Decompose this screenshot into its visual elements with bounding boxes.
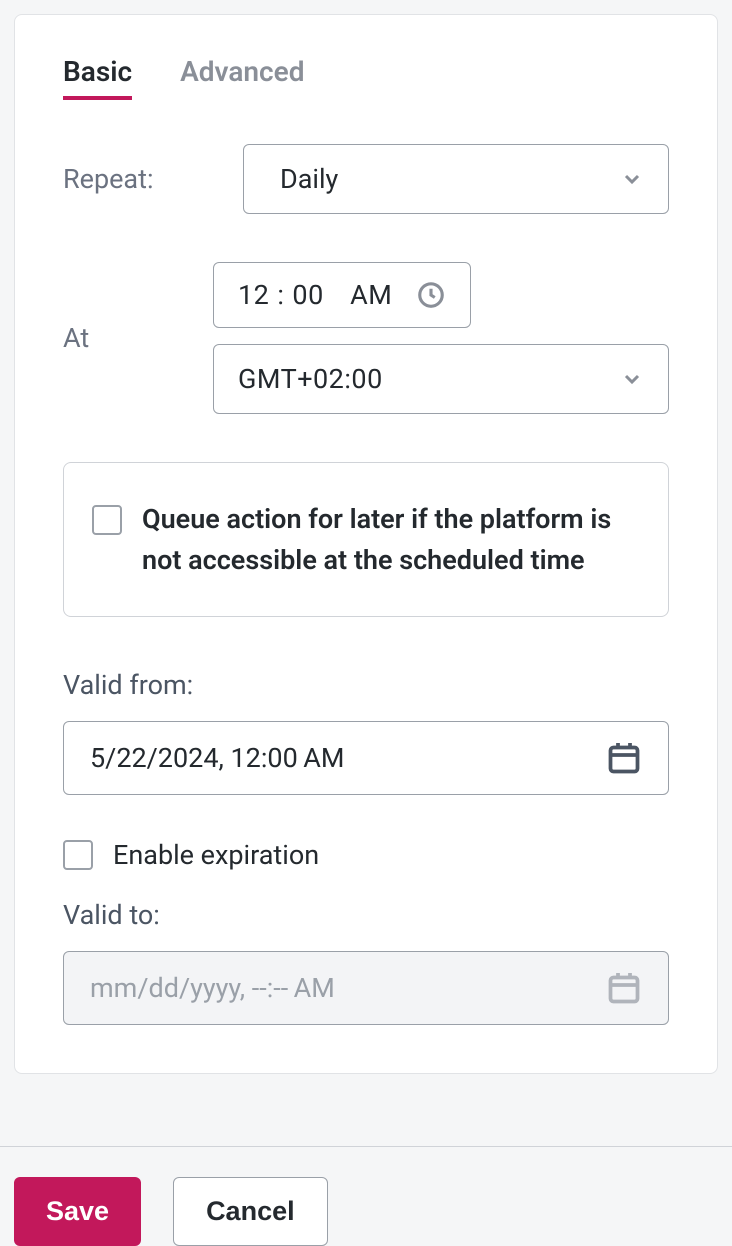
queue-option: Queue action for later if the platform i… bbox=[63, 462, 669, 617]
save-button[interactable]: Save bbox=[14, 1177, 141, 1246]
repeat-row: Repeat: Daily bbox=[63, 144, 669, 214]
expiration-label: Enable expiration bbox=[113, 839, 319, 871]
queue-checkbox[interactable] bbox=[92, 505, 122, 535]
valid-from-value: 5/22/2024, 12:00 AM bbox=[90, 742, 344, 774]
expiration-checkbox[interactable] bbox=[63, 840, 93, 870]
cancel-button[interactable]: Cancel bbox=[173, 1177, 328, 1246]
timezone-value: GMT+02:00 bbox=[238, 363, 383, 395]
queue-text: Queue action for later if the platform i… bbox=[142, 499, 640, 580]
repeat-label: Repeat: bbox=[63, 163, 243, 195]
timezone-select[interactable]: GMT+02:00 bbox=[213, 344, 669, 414]
repeat-value: Daily bbox=[280, 163, 338, 195]
chevron-down-icon bbox=[620, 367, 644, 391]
clock-icon bbox=[416, 280, 446, 310]
calendar-icon bbox=[606, 740, 642, 776]
schedule-card: Basic Advanced Repeat: Daily At 12:00 AM… bbox=[14, 14, 718, 1074]
time-minutes: 00 bbox=[292, 279, 323, 311]
time-input[interactable]: 12:00 AM bbox=[213, 262, 471, 328]
valid-to-input: mm/dd/yyyy, --:-- AM bbox=[63, 951, 669, 1025]
valid-from-label: Valid from: bbox=[63, 669, 669, 701]
tab-basic[interactable]: Basic bbox=[63, 55, 132, 100]
expiration-row: Enable expiration bbox=[63, 839, 669, 871]
tab-advanced[interactable]: Advanced bbox=[180, 55, 304, 100]
valid-from-input[interactable]: 5/22/2024, 12:00 AM bbox=[63, 721, 669, 795]
chevron-down-icon bbox=[620, 167, 644, 191]
repeat-select[interactable]: Daily bbox=[243, 144, 669, 214]
time-hours: 12 bbox=[238, 279, 269, 311]
at-label: At bbox=[63, 322, 213, 354]
time-ampm: AM bbox=[350, 279, 392, 311]
calendar-icon bbox=[606, 970, 642, 1006]
tab-bar: Basic Advanced bbox=[63, 55, 669, 100]
at-stack: 12:00 AM GMT+02:00 bbox=[213, 262, 669, 414]
at-row: At 12:00 AM GMT+02:00 bbox=[63, 262, 669, 414]
action-bar: Save Cancel bbox=[0, 1146, 732, 1246]
valid-to-label: Valid to: bbox=[63, 899, 669, 931]
valid-to-placeholder: mm/dd/yyyy, --:-- AM bbox=[90, 972, 335, 1004]
time-value: 12:00 AM bbox=[238, 279, 392, 311]
